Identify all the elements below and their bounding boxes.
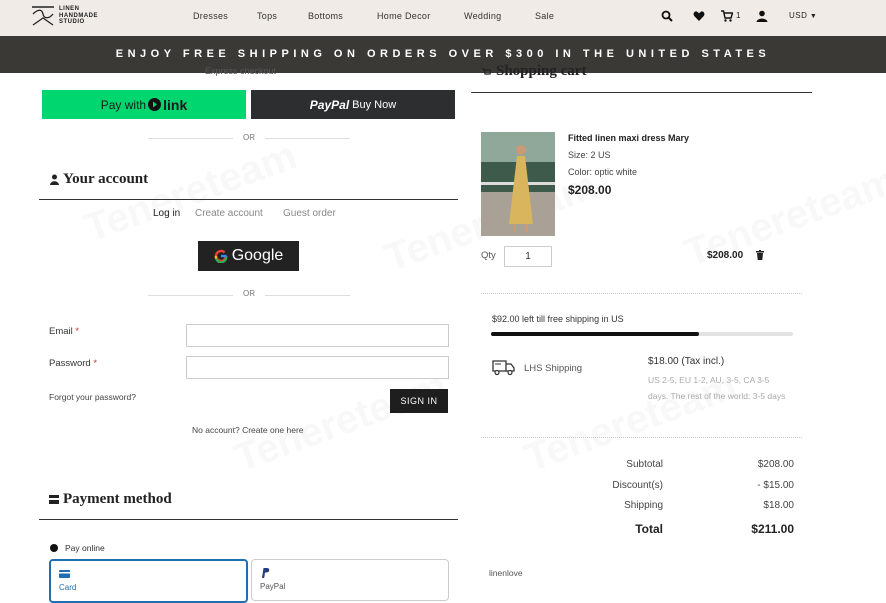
shipping-value: $18.00 [763,500,794,511]
qty-label: Qty [481,250,496,261]
password-label: Password * [49,358,97,369]
divider [148,295,233,296]
paypal-buy-now-button[interactable]: PayPal Buy Now [251,90,455,119]
email-field[interactable] [186,324,449,347]
paypal-payment-option[interactable]: PayPal [251,559,449,601]
google-sign-in-button[interactable]: Google [198,241,299,271]
free-shipping-progress [491,332,793,336]
divider [471,92,812,93]
product-size: Size: 2 US [568,150,611,160]
discount-value: - $15.00 [757,480,794,491]
total-label: Total [635,522,663,536]
nav-wedding[interactable]: Wedding [464,11,501,21]
promo-banner: ENJOY FREE SHIPPING ON ORDERS OVER $300 … [0,36,886,73]
divider [39,199,458,200]
delivery-truck-icon [492,360,515,376]
product-color: Color: optic white [568,167,638,177]
pay-online-radio[interactable] [50,544,58,552]
currency-label: USD [789,11,808,20]
divider [481,437,802,438]
google-label: Google [231,247,284,264]
link-logo-icon [148,98,162,111]
paypal-label: PayPal [260,582,286,591]
nav-sale[interactable]: Sale [535,11,554,21]
promo-code: linenlove [489,568,523,578]
tab-log-in[interactable]: Log in [153,208,180,219]
tab-guest-order[interactable]: Guest order [283,208,336,219]
logo-text: LINEN HANDMADE STUDIO [59,6,119,26]
nav-home-decor[interactable]: Home Decor [377,11,431,21]
buy-now-label: Buy Now [352,98,397,111]
watermark: Tenereteam [228,363,453,481]
divider [39,519,458,520]
nav-tops[interactable]: Tops [257,11,277,21]
user-icon[interactable] [756,10,768,22]
required-mark: * [93,358,98,369]
or-separator: OR [243,289,255,298]
user-icon [50,174,59,185]
email-label: Email * [49,326,79,337]
pay-with-link-button[interactable]: Pay with link [42,90,246,119]
divider [265,295,350,296]
paypal-brand: PayPal [309,97,350,112]
total-value: $211.00 [751,522,794,536]
top-navigation-bar: LINEN HANDMADE STUDIO Dresses Tops Botto… [0,0,886,36]
tab-create-account[interactable]: Create account [195,208,263,219]
cart-icon [482,68,491,75]
link-brand: link [163,96,188,113]
product-price: $208.00 [568,183,612,197]
email-label-text: Email [49,326,73,337]
shipping-label: Shipping [624,500,663,511]
shipping-description: US 2-5, EU 1-2, AU, 3-5, CA 3-5 days. Th… [648,375,786,401]
quantity-input[interactable]: 1 [504,246,552,267]
sign-in-button[interactable]: SIGN IN [390,389,448,413]
cart-icon[interactable] [721,10,733,22]
product-photo [481,132,555,236]
nav-bottoms[interactable]: Bottoms [308,11,343,21]
pay-with-label: Pay with [100,97,147,112]
password-label-text: Password [49,358,91,369]
currency-selector[interactable]: USD ▼ [789,11,817,20]
product-name[interactable]: Fitted linen maxi dress Mary [568,133,689,143]
logo-line: STUDIO [59,19,85,26]
paypal-icon [262,568,270,578]
shipping-price: $18.00 (Tax incl.) [648,356,725,367]
discount-label: Discount(s) [612,480,663,491]
watermark: Tenereteam [78,133,303,251]
subtotal-value: $208.00 [757,459,794,470]
divider [265,138,350,139]
create-account-link[interactable]: No account? Create one here [192,425,304,435]
free-shipping-note: $92.00 left till free shipping in US [492,314,624,324]
search-icon[interactable] [661,10,673,22]
payment-method-heading: Payment method [63,491,172,507]
google-g-icon [214,249,228,263]
brand-logo[interactable]: LINEN HANDMADE STUDIO [31,5,119,27]
nav-dresses[interactable]: Dresses [193,11,228,21]
subtotal-label: Subtotal [626,459,663,470]
product-image[interactable] [481,132,555,236]
chevron-down-icon: ▼ [807,13,818,20]
required-mark: * [75,326,80,337]
payment-icon [49,495,59,504]
divider [148,138,233,139]
divider [481,293,802,294]
shopping-cart-heading: Shopping cart [496,63,587,79]
shipping-method-name: LHS Shipping [524,363,583,374]
or-separator: OR [243,133,255,142]
card-label: Card [59,583,77,592]
line-total: $208.00 [707,250,744,261]
logo-mark-icon [32,6,54,26]
forgot-password-link[interactable]: Forgot your password? [49,392,136,402]
express-checkout-label: Express checkout [205,66,277,76]
card-payment-option[interactable]: Card [49,559,248,603]
password-field[interactable] [186,356,449,379]
trash-icon[interactable] [756,250,764,260]
cart-count: 1 [736,11,741,20]
progress-fill [491,332,700,336]
pay-online-label: Pay online [65,543,105,553]
credit-card-icon [59,570,70,578]
your-account-heading: Your account [63,171,149,187]
heart-icon[interactable] [693,10,705,22]
